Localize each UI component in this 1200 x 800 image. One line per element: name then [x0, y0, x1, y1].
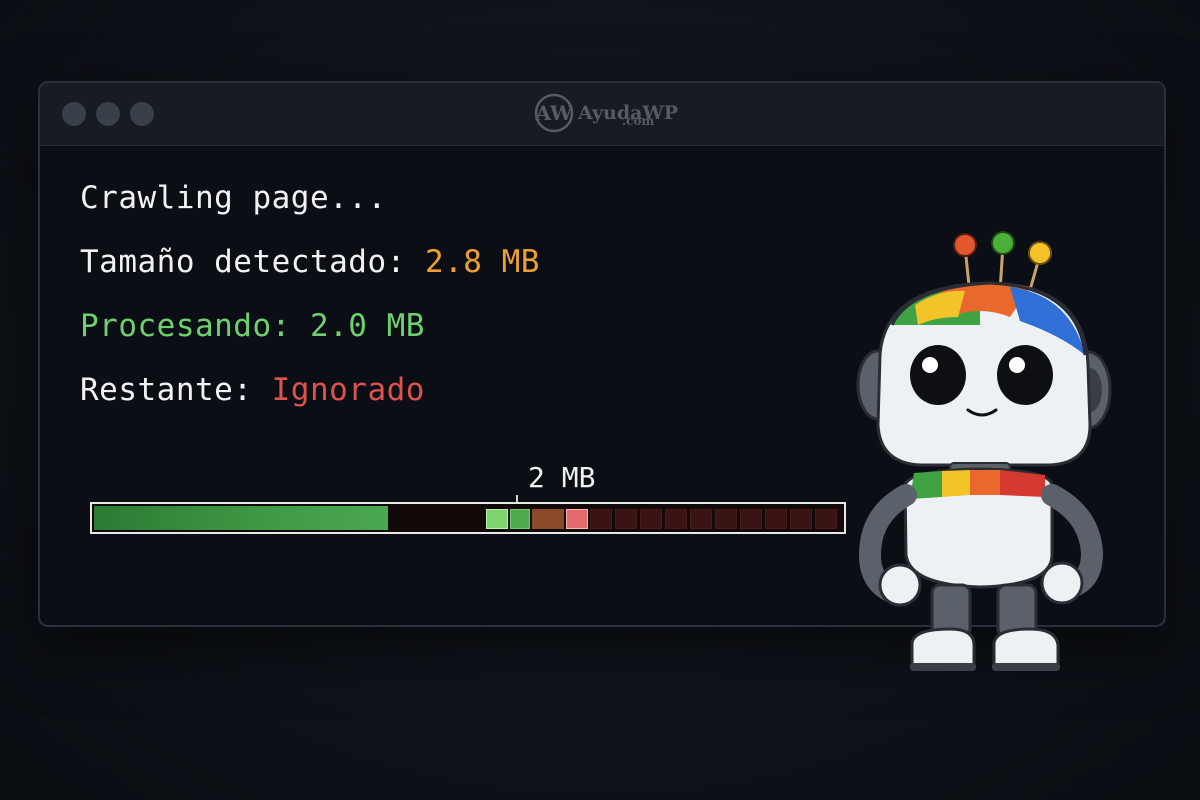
progress-ignored-cell	[815, 509, 837, 529]
window-titlebar: AW AyudaWP .com	[40, 83, 1164, 146]
remaining-value: Ignorado	[271, 372, 425, 408]
progress-ignored-cell	[740, 509, 762, 529]
maximize-dot-icon[interactable]	[130, 102, 154, 126]
detected-size-value: 2.8 MB	[424, 244, 540, 280]
progress-ignored-cell	[790, 509, 812, 529]
progress-ignored-cell	[665, 509, 687, 529]
googlebot-robot-icon	[856, 231, 1112, 671]
remaining-label: Restante:	[80, 372, 272, 408]
ayudawp-logo: AW AyudaWP .com	[534, 91, 678, 135]
progress-segment-overflow	[532, 509, 564, 529]
svg-text:AW: AW	[535, 101, 574, 125]
detected-size-line: Tamaño detectado: 2.8 MB	[80, 244, 540, 280]
progress-ignored-cell	[590, 509, 612, 529]
progress-ignored-cell	[640, 509, 662, 529]
crawling-line: Crawling page...	[80, 180, 387, 216]
progress-ignored-cell	[615, 509, 637, 529]
wordpress-logo-icon: AW	[535, 93, 574, 133]
progress-segment	[510, 509, 530, 529]
progress-ignored-cell	[765, 509, 787, 529]
crawl-progress-bar	[90, 502, 846, 534]
progress-ignored-cell	[690, 509, 712, 529]
progress-ignored-cell	[715, 509, 737, 529]
logo-domain: .com	[622, 114, 655, 128]
processing-line: Procesando: 2.0 MB	[80, 308, 425, 344]
limit-marker-label: 2 MB	[528, 461, 596, 494]
detected-size-label: Tamaño detectado:	[80, 244, 425, 280]
progress-segment-highlight	[486, 509, 508, 529]
remaining-line: Restante: Ignorado	[80, 372, 425, 408]
progress-fill-processed	[94, 506, 388, 530]
progress-segment-cutoff	[566, 509, 588, 529]
close-dot-icon[interactable]	[62, 102, 86, 126]
minimize-dot-icon[interactable]	[96, 102, 120, 126]
